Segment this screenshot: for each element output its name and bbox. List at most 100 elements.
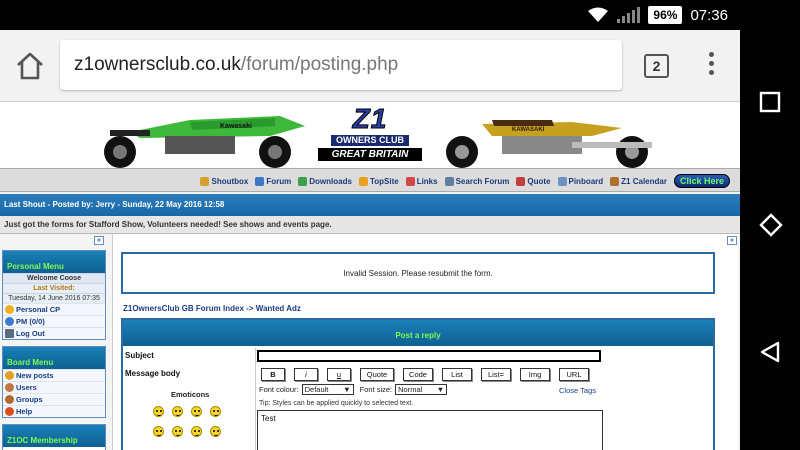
logo-owners-text: OWNERS CLUB	[331, 135, 409, 146]
form-column-divider	[255, 348, 256, 450]
groups-icon	[5, 395, 14, 404]
surprised-emoticon-icon[interactable]	[210, 406, 221, 417]
code-button[interactable]: Code	[403, 368, 433, 381]
breadcrumb-separator: ->	[246, 304, 254, 313]
forum-icon	[255, 176, 265, 186]
personal-cp-icon	[5, 305, 14, 314]
nav-item-shoutbox[interactable]: Shoutbox	[200, 176, 248, 186]
logo-gb-text: GREAT BRITAIN	[318, 148, 422, 161]
wifi-icon	[588, 7, 609, 22]
happy-emoticon-icon[interactable]	[172, 406, 183, 417]
styles-tip: Tip: Styles can be applied quickly to se…	[259, 400, 414, 407]
pm-link[interactable]: PM (0/0)	[3, 315, 105, 327]
green-motorcycle-image: Kawasaki	[70, 102, 320, 168]
board-menu-box: Board Menu New posts Users Groups Help	[2, 346, 106, 418]
welcome-text: Welcome Coose	[3, 273, 105, 283]
help-link[interactable]: Help	[3, 405, 105, 417]
sidebar-collapse-button[interactable]: «	[94, 236, 104, 245]
users-icon	[5, 383, 14, 392]
site-nav-bar: Shoutbox Forum Downloads TopSite Links Search…	[0, 168, 740, 192]
logout-icon	[5, 329, 14, 338]
downloads-icon	[298, 176, 308, 186]
font-colour-select[interactable]: Default ▼	[301, 384, 354, 395]
back-icon[interactable]	[758, 340, 782, 364]
browser-toolbar: z1ownersclub.co.uk/forum/posting.php 2	[0, 30, 740, 102]
confused-emoticon-icon[interactable]	[172, 426, 183, 437]
personal-cp-link[interactable]: Personal CP	[3, 303, 105, 315]
personal-menu-title: Personal Menu	[3, 251, 105, 273]
home-icon[interactable]	[14, 50, 46, 82]
pm-icon	[5, 317, 14, 326]
message-body-label: Message body	[125, 369, 181, 378]
phone-screen: 96% 07:36 z1ownersclub.co.uk/forum/posti…	[0, 0, 740, 450]
nav-item-downloads[interactable]: Downloads	[298, 176, 352, 186]
android-home-icon[interactable]	[758, 212, 784, 238]
z1-calendar-icon	[610, 176, 620, 186]
chevron-down-icon: ▼	[343, 385, 351, 394]
font-size-select[interactable]: Normal ▼	[395, 384, 448, 395]
last-visited-value: Tuesday, 14 June 2016 07:35	[3, 293, 105, 303]
overflow-menu-icon[interactable]	[705, 52, 717, 80]
breadcrumb: Z1OwnersClub GB Forum Index -> Wanted Ad…	[123, 304, 301, 313]
font-options-row: Font colour: Default ▼ Font size: Normal ▼	[259, 384, 448, 395]
smile-emoticon-icon[interactable]	[153, 406, 164, 417]
bold-button[interactable]: B	[261, 368, 285, 381]
img-button[interactable]: Img	[520, 368, 550, 381]
nav-item-pinboard[interactable]: Pinboard	[557, 176, 603, 186]
logout-link[interactable]: Log Out	[3, 327, 105, 339]
left-bike-brand: Kawasaki	[220, 123, 252, 130]
cool-emoticon-icon[interactable]	[191, 426, 202, 437]
personal-menu-box: Personal Menu Welcome Coose Last Visited…	[2, 250, 106, 340]
new-posts-link[interactable]: New posts	[3, 369, 105, 381]
subject-input[interactable]	[257, 350, 601, 362]
right-bike-brand: KAWASAKI	[512, 127, 545, 133]
pinboard-icon	[557, 176, 567, 186]
subject-label: Subject	[125, 351, 154, 360]
signal-icon	[617, 7, 641, 23]
nav-item-quote[interactable]: Quote	[516, 176, 551, 186]
emoticon-grid	[153, 406, 221, 437]
ordered-list-button[interactable]: List=	[481, 368, 511, 381]
nav-item-forum[interactable]: Forum	[255, 176, 291, 186]
users-link[interactable]: Users	[3, 381, 105, 393]
links-icon	[405, 176, 415, 186]
post-reply-title: Post a reply	[123, 320, 713, 346]
laughing-emoticon-icon[interactable]	[210, 426, 221, 437]
message-textarea[interactable]: Test	[257, 410, 603, 450]
site-banner[interactable]: Kawasaki Z1 OWNERS CLUB GREAT BRITAIN KA…	[0, 102, 740, 168]
battery-indicator: 96%	[648, 6, 683, 24]
nav-item-links[interactable]: Links	[405, 176, 438, 186]
breadcrumb-wanted-adz[interactable]: Wanted Adz	[256, 304, 301, 313]
list-button[interactable]: List	[442, 368, 472, 381]
breadcrumb-forum-index[interactable]: Z1OwnersClub GB Forum Index	[123, 304, 244, 313]
quote-button[interactable]: Quote	[360, 368, 394, 381]
shoutbox-icon	[200, 176, 210, 186]
logo-main-text: Z1	[352, 103, 388, 134]
last-shout-header[interactable]: Last Shout - Posted by: Jerry - Sunday, …	[0, 194, 740, 216]
bbcode-toolbar: B i u Quote Code List List= Img URL	[261, 368, 589, 381]
address-bar[interactable]: z1ownersclub.co.uk/forum/posting.php	[60, 40, 622, 90]
main-collapse-button[interactable]: «	[727, 236, 737, 245]
club-logo[interactable]: Z1 OWNERS CLUB GREAT BRITAIN	[318, 103, 422, 166]
recent-apps-icon[interactable]	[758, 90, 782, 114]
chevron-down-icon: ▼	[436, 385, 445, 394]
shocked-emoticon-icon[interactable]	[153, 426, 164, 437]
invalid-session-message: Invalid Session. Please resubmit the for…	[121, 252, 715, 294]
quote-icon	[516, 176, 526, 186]
nav-item-topsite[interactable]: TopSite	[358, 176, 399, 186]
url-host: z1ownersclub.co.uk	[74, 54, 241, 75]
post-reply-form: Post a reply Subject Message body B i u …	[121, 318, 715, 450]
tab-switcher-button[interactable]: 2	[644, 54, 669, 78]
italic-button[interactable]: i	[294, 368, 318, 381]
font-colour-label: Font colour:	[259, 385, 299, 394]
status-bar: 96% 07:36	[0, 0, 740, 30]
underline-button[interactable]: u	[327, 368, 351, 381]
main-content: « Invalid Session. Please resubmit the f…	[112, 234, 738, 450]
click-here-button[interactable]: Click Here	[673, 174, 730, 188]
close-tags-link[interactable]: Close Tags	[559, 386, 596, 395]
groups-link[interactable]: Groups	[3, 393, 105, 405]
nav-item-z1-calendar[interactable]: Z1 Calendar	[610, 176, 667, 186]
nav-item-search-forum[interactable]: Search Forum	[444, 176, 509, 186]
sad-emoticon-icon[interactable]	[191, 406, 202, 417]
url-button[interactable]: URL	[559, 368, 589, 381]
